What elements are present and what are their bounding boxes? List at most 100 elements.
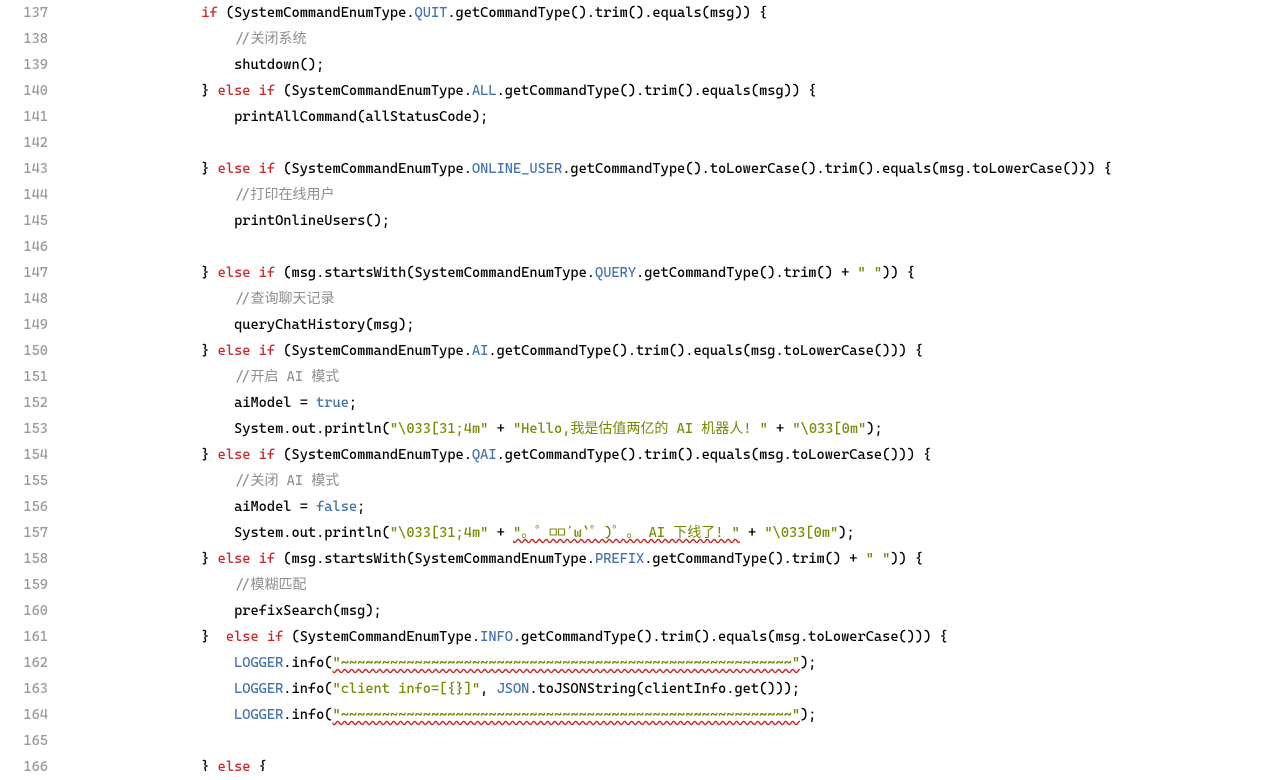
code-token bbox=[70, 187, 234, 203]
code-token: .info( bbox=[283, 681, 332, 697]
code-token: //关闭系统 bbox=[234, 31, 306, 47]
line-number: 143 bbox=[0, 156, 48, 182]
line-number: 140 bbox=[0, 78, 48, 104]
code-token: .getCommandType().trim().equals(msg)) { bbox=[497, 83, 817, 99]
code-line[interactable]: if (SystemCommandEnumType.QUIT.getComman… bbox=[70, 0, 1280, 26]
code-line[interactable]: prefixSearch(msg); bbox=[70, 598, 1280, 624]
code-token: "Hello,我是估值两亿的 AI 机器人! " bbox=[513, 421, 768, 437]
code-token: false bbox=[316, 499, 357, 515]
line-number: 164 bbox=[0, 702, 48, 728]
code-line[interactable]: shutdown(); bbox=[70, 52, 1280, 78]
code-token: "\033[31;4m" bbox=[390, 421, 488, 437]
code-line[interactable]: } else if (SystemCommandEnumType.AI.getC… bbox=[70, 338, 1280, 364]
code-line[interactable]: LOGGER.info("client info=[{}]", JSON.toJ… bbox=[70, 676, 1280, 702]
line-number: 142 bbox=[0, 130, 48, 156]
code-token: System.out.println( bbox=[70, 525, 390, 541]
code-token: .getCommandType().trim().equals(msg.toLo… bbox=[513, 629, 948, 645]
code-line[interactable]: } else if (msg.startsWith(SystemCommandE… bbox=[70, 260, 1280, 286]
code-line[interactable]: } else if (SystemCommandEnumType.ALL.get… bbox=[70, 78, 1280, 104]
code-token: .getCommandType().trim().equals(msg)) { bbox=[447, 5, 767, 21]
code-token: "。゜□□´ω`゜)゜。 AI 下线了! " bbox=[513, 525, 740, 541]
code-token: (SystemCommandEnumType. bbox=[218, 5, 415, 21]
code-token: else if bbox=[226, 629, 283, 645]
line-number: 166 bbox=[0, 754, 48, 780]
code-token bbox=[70, 5, 201, 21]
code-line[interactable]: System.out.println("\033[31;4m" + "Hello… bbox=[70, 416, 1280, 442]
code-line[interactable]: //打印在线用户 bbox=[70, 182, 1280, 208]
line-number: 163 bbox=[0, 676, 48, 702]
code-token: + bbox=[488, 421, 513, 437]
code-token: //查询聊天记录 bbox=[234, 291, 334, 307]
code-line[interactable]: } else if (SystemCommandEnumType.QAI.get… bbox=[70, 442, 1280, 468]
code-token: ; bbox=[349, 395, 357, 411]
code-token bbox=[70, 577, 234, 593]
code-token: INFO bbox=[480, 629, 513, 645]
code-line[interactable] bbox=[70, 728, 1280, 754]
code-token: else if bbox=[218, 161, 275, 177]
code-token: ); bbox=[866, 421, 882, 437]
code-token: else if bbox=[218, 83, 275, 99]
code-token: LOGGER bbox=[234, 681, 283, 697]
code-token: } bbox=[70, 343, 218, 359]
code-token: else if bbox=[218, 343, 275, 359]
code-token: .getCommandType().trim().equals(msg.toLo… bbox=[497, 447, 932, 463]
code-editor[interactable]: if (SystemCommandEnumType.QUIT.getComman… bbox=[60, 0, 1280, 771]
code-line[interactable]: //关闭系统 bbox=[70, 26, 1280, 52]
code-token: "\033[0m" bbox=[764, 525, 838, 541]
code-token: .getCommandType().trim().equals(msg.toLo… bbox=[488, 343, 923, 359]
code-line[interactable]: } else if (SystemCommandEnumType.INFO.ge… bbox=[70, 624, 1280, 650]
line-number: 161 bbox=[0, 624, 48, 650]
code-token: .info( bbox=[283, 655, 332, 671]
line-number: 145 bbox=[0, 208, 48, 234]
code-token: //开启 AI 模式 bbox=[234, 369, 339, 385]
code-token: "~~~~~~~~~~~~~~~~~~~~~~~~~~~~~~~~~~~~~~~… bbox=[333, 707, 801, 723]
line-number: 150 bbox=[0, 338, 48, 364]
code-line[interactable]: //查询聊天记录 bbox=[70, 286, 1280, 312]
line-number: 162 bbox=[0, 650, 48, 676]
line-number-gutter: 1371381391401411421431441451461471481491… bbox=[0, 0, 60, 771]
code-line[interactable]: } else { bbox=[70, 754, 1280, 771]
code-line[interactable]: System.out.println("\033[31;4m" + "。゜□□´… bbox=[70, 520, 1280, 546]
code-token: + bbox=[768, 421, 793, 437]
code-token: (msg.startsWith(SystemCommandEnumType. bbox=[275, 551, 595, 567]
code-token bbox=[70, 31, 234, 47]
line-number: 155 bbox=[0, 468, 48, 494]
code-token: ONLINE_USER bbox=[472, 161, 562, 177]
line-number: 157 bbox=[0, 520, 48, 546]
code-line[interactable]: aiModel = true; bbox=[70, 390, 1280, 416]
code-token bbox=[70, 655, 234, 671]
code-line[interactable]: printOnlineUsers(); bbox=[70, 208, 1280, 234]
code-line[interactable] bbox=[70, 234, 1280, 260]
code-token: QAI bbox=[472, 447, 497, 463]
code-token: ); bbox=[838, 525, 854, 541]
code-token: //打印在线用户 bbox=[234, 187, 334, 203]
code-token: )) { bbox=[890, 551, 923, 567]
code-line[interactable]: LOGGER.info("~~~~~~~~~~~~~~~~~~~~~~~~~~~… bbox=[70, 650, 1280, 676]
code-token: )) { bbox=[882, 265, 915, 281]
line-number: 144 bbox=[0, 182, 48, 208]
code-token: System.out.println( bbox=[70, 421, 390, 437]
code-line[interactable]: //关闭 AI 模式 bbox=[70, 468, 1280, 494]
code-line[interactable]: } else if (msg.startsWith(SystemCommandE… bbox=[70, 546, 1280, 572]
line-number: 159 bbox=[0, 572, 48, 598]
code-line[interactable] bbox=[70, 130, 1280, 156]
code-token: ; bbox=[357, 499, 365, 515]
code-line[interactable]: queryChatHistory(msg); bbox=[70, 312, 1280, 338]
code-line[interactable]: //模糊匹配 bbox=[70, 572, 1280, 598]
code-token: .getCommandType().trim() + bbox=[636, 265, 857, 281]
code-token: } bbox=[70, 759, 218, 771]
code-line[interactable]: //开启 AI 模式 bbox=[70, 364, 1280, 390]
code-token: " " bbox=[858, 265, 883, 281]
code-line[interactable]: LOGGER.info("~~~~~~~~~~~~~~~~~~~~~~~~~~~… bbox=[70, 702, 1280, 728]
code-line[interactable]: printAllCommand(allStatusCode); bbox=[70, 104, 1280, 130]
code-token: (SystemCommandEnumType. bbox=[275, 343, 472, 359]
code-line[interactable]: } else if (SystemCommandEnumType.ONLINE_… bbox=[70, 156, 1280, 182]
code-token bbox=[70, 291, 234, 307]
code-token: queryChatHistory(msg); bbox=[70, 317, 415, 333]
code-token: QUIT bbox=[415, 5, 448, 21]
code-token: ); bbox=[800, 655, 816, 671]
code-line[interactable]: aiModel = false; bbox=[70, 494, 1280, 520]
code-token: } bbox=[70, 629, 226, 645]
code-token: + bbox=[740, 525, 765, 541]
code-token: //模糊匹配 bbox=[234, 577, 306, 593]
